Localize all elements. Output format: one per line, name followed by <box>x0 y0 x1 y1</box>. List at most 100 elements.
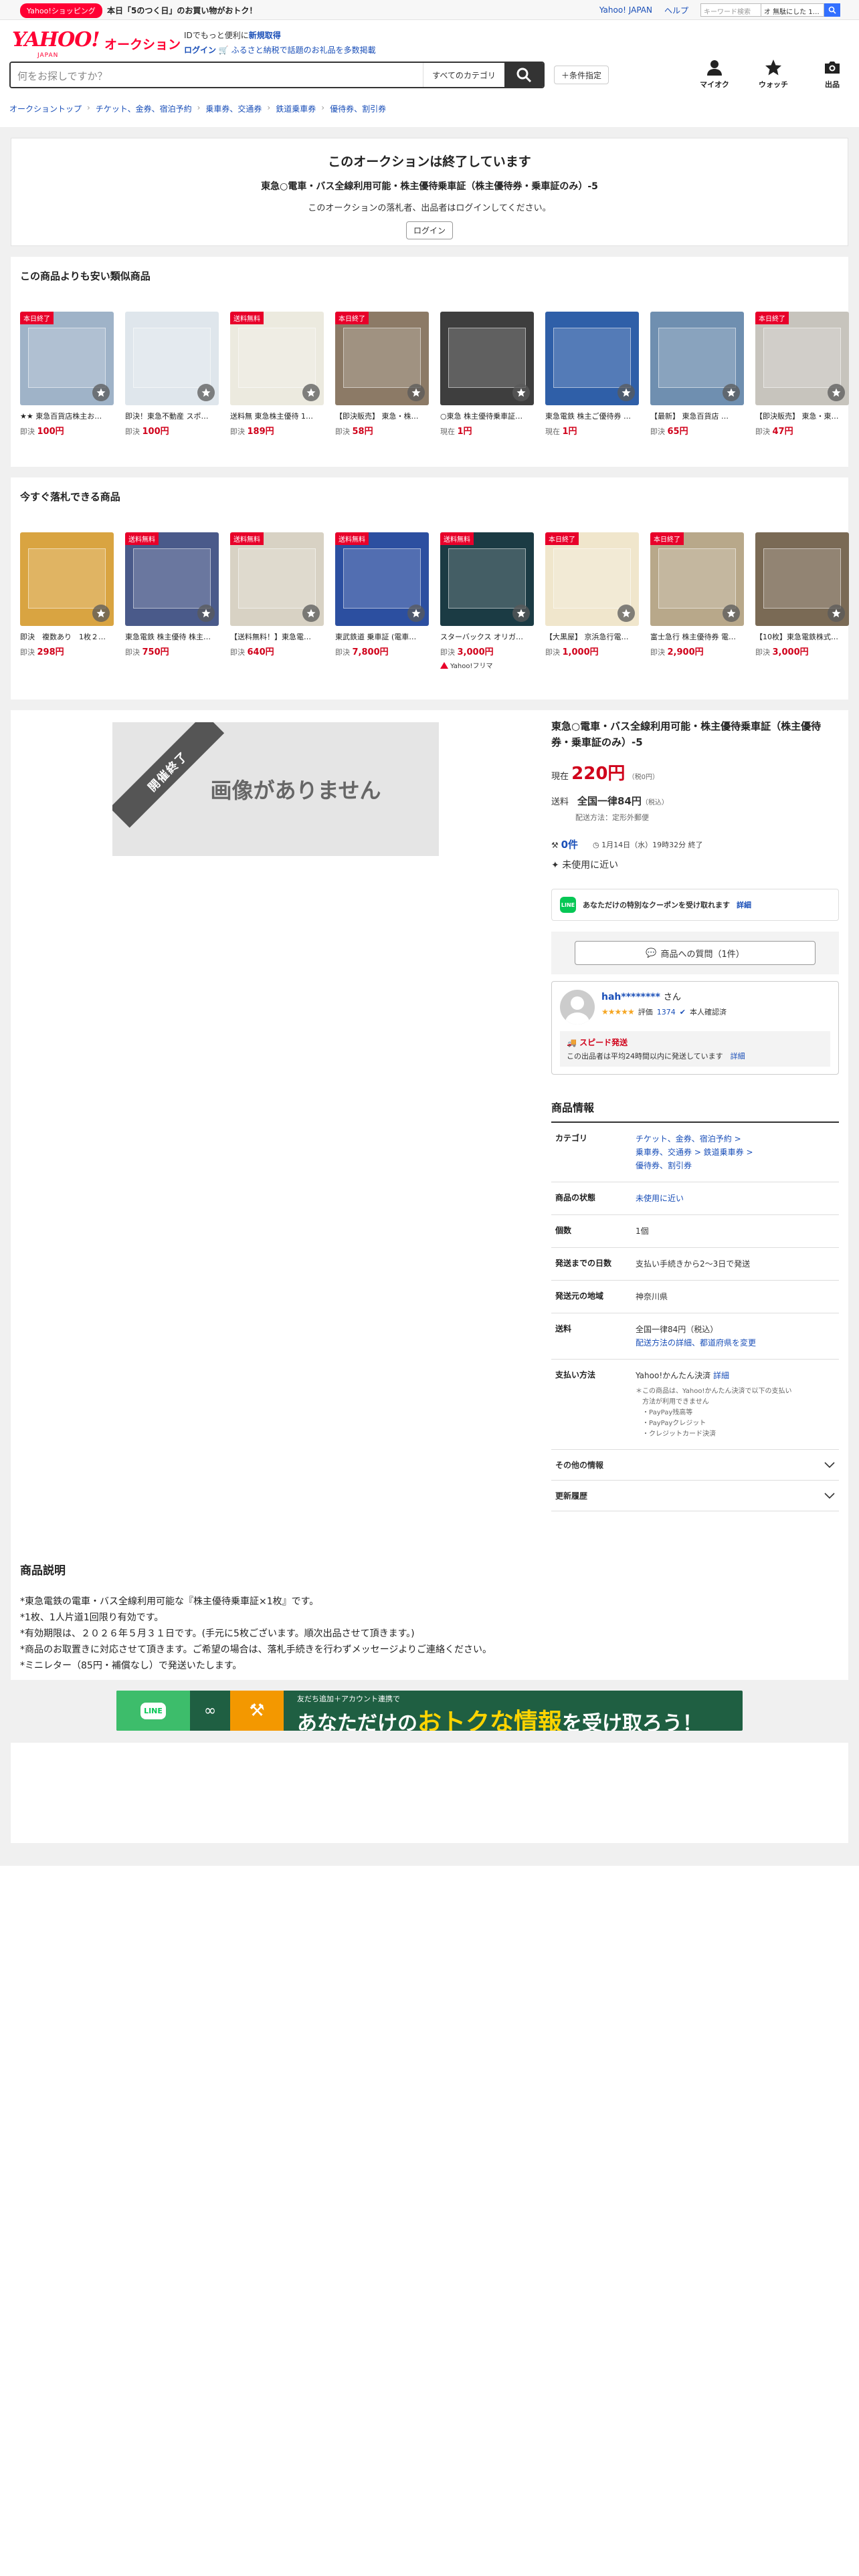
product-card[interactable]: ○東急 株主優待乗車証… 現在 1円 <box>440 312 534 437</box>
watch-toggle[interactable] <box>512 605 530 622</box>
category-link[interactable]: 優待券、割引券 <box>636 1159 839 1172</box>
watch-toggle[interactable] <box>197 384 215 401</box>
search-input[interactable]: 何をお探しですか？ <box>11 63 423 87</box>
product-card[interactable]: 送料無料 送料無 東急株主優待 1… 即決 189円 <box>230 312 324 437</box>
help-link[interactable]: ヘルプ <box>664 5 688 16</box>
yahoo-auction-logo[interactable]: YAHOO! JAPAN オークション <box>12 28 181 59</box>
product-title[interactable]: 即決 複数あり 1枚２… <box>20 631 114 642</box>
rating-value[interactable]: 1374 <box>657 1008 676 1016</box>
product-card[interactable]: 東急電鉄 株主ご優待券 … 現在 1円 <box>545 312 639 437</box>
signup-link[interactable]: 新規取得 <box>249 31 281 40</box>
speed-detail-link[interactable]: 詳細 <box>731 1052 745 1061</box>
watch-toggle[interactable] <box>617 605 635 622</box>
product-card[interactable]: 即決！東急不動産 スポ… 即決 100円 <box>125 312 219 437</box>
watch-toggle[interactable] <box>828 605 845 622</box>
condition-button[interactable]: ＋条件指定 <box>554 66 609 84</box>
product-card[interactable]: 【最新】 東急百貨店 … 即決 65円 <box>650 312 744 437</box>
product-title[interactable]: 【即決販売】 東急・東… <box>755 411 849 421</box>
watch-toggle[interactable] <box>92 605 110 622</box>
category-select[interactable]: すべてのカテゴリ <box>423 63 504 87</box>
product-card[interactable]: 送料無料 【送料無料！】東急電… 即決 640円 <box>230 532 324 670</box>
question-button[interactable]: 💬 商品への質問（1件） <box>575 941 816 965</box>
product-thumbnail[interactable]: 本日終了 <box>335 312 429 405</box>
mini-search-button[interactable] <box>824 3 840 17</box>
shopping-tag[interactable]: Yahoo!ショッピング <box>20 3 102 18</box>
breadcrumb-item[interactable]: 乗車券、交通券 <box>205 103 262 114</box>
product-title[interactable]: 即決！東急不動産 スポ… <box>125 411 219 421</box>
line-banner[interactable]: LINE ∞ ⚒ 友だち追加＋アカウント連携で あなただけのおトクな情報を受け取… <box>116 1691 743 1731</box>
product-thumbnail[interactable] <box>650 312 744 405</box>
product-thumbnail[interactable]: 送料無料 <box>230 532 324 626</box>
product-card[interactable]: 本日終了 【即決販売】 東急・株… 即決 58円 <box>335 312 429 437</box>
seller-avatar[interactable] <box>560 990 595 1025</box>
product-card[interactable]: 送料無料 東急電鉄 株主優待 株主… 即決 750円 <box>125 532 219 670</box>
watch-toggle[interactable] <box>617 384 635 401</box>
product-title[interactable]: 富士急行 株主優待券 電… <box>650 631 744 642</box>
product-thumbnail[interactable] <box>20 532 114 626</box>
product-thumbnail[interactable] <box>125 312 219 405</box>
product-title[interactable]: スターバックス オリガ… <box>440 631 534 642</box>
product-title[interactable]: 【最新】 東急百貨店 … <box>650 411 744 421</box>
bids[interactable]: ⚒ 0件 <box>551 837 578 851</box>
login-link[interactable]: ログイン <box>184 45 216 55</box>
product-title[interactable]: 【10枚】東急電鉄株式… <box>755 631 849 642</box>
breadcrumb-item[interactable]: オークショントップ <box>9 103 82 114</box>
history-accordion[interactable]: 更新履歴 <box>551 1481 839 1511</box>
breadcrumb-item[interactable]: 鉄道乗車券 <box>276 103 316 114</box>
sell-button[interactable]: 出品 <box>818 59 847 90</box>
product-card[interactable]: 【10枚】東急電鉄株式… 即決 3,000円 <box>755 532 849 670</box>
watch-toggle[interactable] <box>407 605 425 622</box>
promo-text[interactable]: 本日「5のつく日」のお買い物がおトク！ <box>107 5 257 16</box>
other-info-accordion[interactable]: その他の情報 <box>551 1450 839 1481</box>
product-title[interactable]: 東急電鉄 株主ご優待券 … <box>545 411 639 421</box>
watch-button[interactable]: ウォッチ <box>759 59 788 90</box>
watch-toggle[interactable] <box>723 605 740 622</box>
watch-toggle[interactable] <box>407 384 425 401</box>
category-link[interactable]: チケット、金券、宿泊予約 > <box>636 1132 839 1146</box>
product-thumbnail[interactable]: 送料無料 <box>335 532 429 626</box>
watch-toggle[interactable] <box>828 384 845 401</box>
product-card[interactable]: 本日終了 ★★ 東急百貨店株主お… 即決 100円 <box>20 312 114 437</box>
product-thumbnail[interactable]: 送料無料 <box>125 532 219 626</box>
product-card[interactable]: 本日終了 【即決販売】 東急・東… 即決 47円 <box>755 312 849 437</box>
yahoo-japan-link[interactable]: Yahoo! JAPAN <box>599 5 652 15</box>
product-thumbnail[interactable]: 本日終了 <box>755 312 849 405</box>
watch-toggle[interactable] <box>512 384 530 401</box>
furusato-link[interactable]: ふるさと納税で話題のお礼品を多数掲載 <box>231 45 376 55</box>
product-title[interactable]: ★★ 東急百貨店株主お… <box>20 411 114 421</box>
product-title[interactable]: 東急電鉄 株主優待 株主… <box>125 631 219 642</box>
product-title[interactable]: 【大黒屋】 京浜急行電… <box>545 631 639 642</box>
product-thumbnail[interactable]: 本日終了 <box>545 532 639 626</box>
product-thumbnail[interactable]: 本日終了 <box>20 312 114 405</box>
line-coupon[interactable]: LINE あなただけの特別なクーポンを受け取れます 詳細 <box>551 889 839 921</box>
coupon-detail-link[interactable]: 詳細 <box>737 899 751 910</box>
product-title[interactable]: 送料無 東急株主優待 1… <box>230 411 324 421</box>
category-link[interactable]: 乗車券、交通券 > 鉄道乗車券 > <box>636 1146 839 1159</box>
product-thumbnail[interactable] <box>545 312 639 405</box>
product-thumbnail[interactable] <box>755 532 849 626</box>
product-title[interactable]: ○東急 株主優待乗車証… <box>440 411 534 421</box>
product-card[interactable]: 送料無料 東武鉄道 乗車証 (電車… 即決 7,800円 <box>335 532 429 670</box>
product-thumbnail[interactable]: 送料無料 <box>440 532 534 626</box>
pay-detail-link[interactable]: 詳細 <box>713 1371 729 1380</box>
mini-search-select[interactable]: オ 無駄にした 1… <box>761 3 824 17</box>
state-link[interactable]: 未使用に近い <box>636 1192 839 1205</box>
product-thumbnail[interactable] <box>440 312 534 405</box>
watch-toggle[interactable] <box>723 384 740 401</box>
verified-label[interactable]: 本人確認済 <box>690 1006 727 1017</box>
breadcrumb-item[interactable]: チケット、金券、宿泊予約 <box>96 103 192 114</box>
watch-toggle[interactable] <box>197 605 215 622</box>
myauction-button[interactable]: マイオク <box>700 59 729 90</box>
watch-toggle[interactable] <box>302 384 320 401</box>
ended-login-button[interactable]: ログイン <box>405 221 453 239</box>
watch-toggle[interactable] <box>302 605 320 622</box>
product-card[interactable]: 本日終了 【大黒屋】 京浜急行電… 即決 1,000円 <box>545 532 639 670</box>
product-card[interactable]: 送料無料 スターバックス オリガ… 即決 3,000円 Yahoo!フリマ <box>440 532 534 670</box>
product-thumbnail[interactable]: 本日終了 <box>650 532 744 626</box>
watch-toggle[interactable] <box>92 384 110 401</box>
product-title[interactable]: 東武鉄道 乗車証 (電車… <box>335 631 429 642</box>
search-button[interactable] <box>504 63 543 87</box>
product-thumbnail[interactable]: 送料無料 <box>230 312 324 405</box>
breadcrumb-item[interactable]: 優待券、割引券 <box>330 103 386 114</box>
seller-name[interactable]: hah******** さん <box>601 990 727 1002</box>
